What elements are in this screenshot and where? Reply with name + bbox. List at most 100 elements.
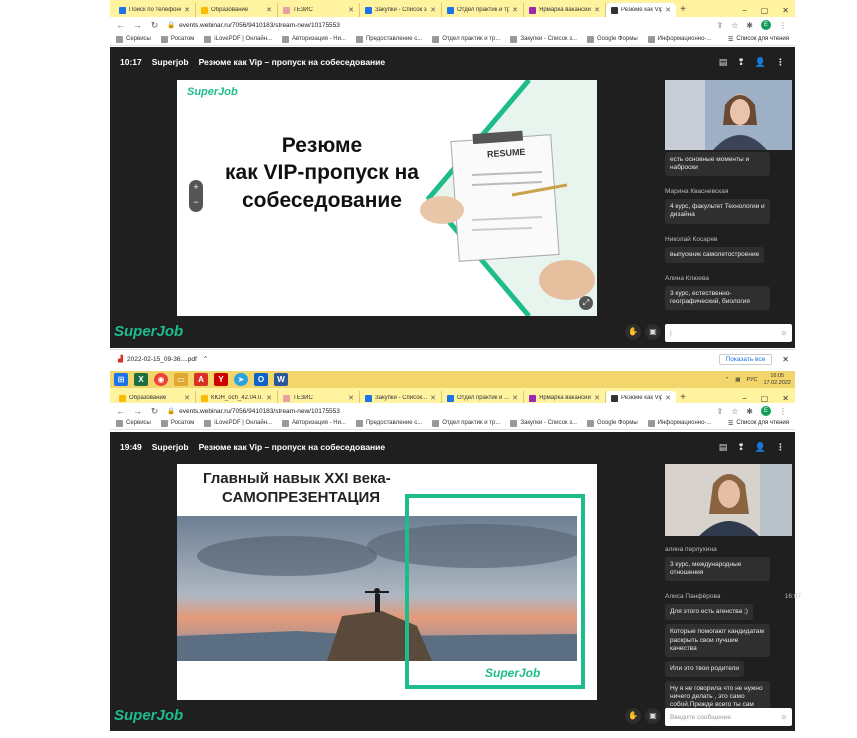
bookmark-item[interactable]: Авторизация - Ни... bbox=[282, 419, 346, 427]
profile-avatar[interactable]: E bbox=[761, 406, 771, 416]
forward-icon[interactable]: → bbox=[133, 406, 142, 416]
emoji-icon[interactable]: ☺ bbox=[780, 714, 787, 721]
tab-close-icon[interactable]: ✕ bbox=[184, 6, 190, 14]
acrobat-icon[interactable]: A bbox=[194, 373, 208, 386]
tab-close-icon[interactable]: ✕ bbox=[594, 394, 600, 402]
reading-list[interactable]: ☰ Список для чтения bbox=[728, 420, 795, 427]
questions-icon[interactable]: ❢ bbox=[737, 57, 745, 68]
word-icon[interactable]: W bbox=[274, 373, 288, 386]
chevron-up-icon[interactable]: ⌃ bbox=[203, 355, 208, 363]
bookmark-item[interactable]: Закупки - Список з... bbox=[510, 419, 577, 427]
tab-close-icon[interactable]: ✕ bbox=[665, 394, 671, 402]
language-indicator[interactable]: РУС bbox=[746, 377, 757, 383]
extensions-icon[interactable]: ✱ bbox=[746, 21, 753, 30]
zoom-in-icon[interactable]: + bbox=[189, 180, 203, 195]
address-bar[interactable]: 🔒 events.webinar.ru/7056/9410183/stream-… bbox=[167, 21, 708, 30]
menu-icon[interactable]: ⋮ bbox=[779, 407, 787, 416]
star-icon[interactable]: ☆ bbox=[731, 407, 738, 416]
fullscreen-icon[interactable]: ⤢ bbox=[579, 296, 593, 310]
tray-arrow-icon[interactable]: ⌃ bbox=[725, 377, 730, 383]
bookmark-item[interactable]: Сервисы bbox=[116, 35, 151, 43]
tab-close-icon[interactable]: ✕ bbox=[184, 394, 190, 402]
chat-input-top[interactable]: | ☺ bbox=[665, 324, 792, 342]
more-icon[interactable]: ⋮ bbox=[776, 57, 785, 68]
close-window-icon[interactable]: ✕ bbox=[782, 394, 789, 403]
reload-icon[interactable]: ↻ bbox=[150, 406, 159, 417]
bookmark-item[interactable]: Авторизация - Ни... bbox=[282, 35, 346, 43]
reload-icon[interactable]: ↻ bbox=[150, 20, 159, 31]
star-icon[interactable]: ☆ bbox=[731, 21, 738, 30]
chat-icon[interactable]: ▤ bbox=[719, 57, 728, 68]
bookmark-item[interactable]: Росатом bbox=[160, 419, 194, 427]
telegram-icon[interactable]: ➤ bbox=[234, 373, 248, 386]
chrome-icon[interactable]: ◉ bbox=[154, 373, 168, 386]
browser-tab[interactable]: ТЕЗИС ✕ bbox=[278, 3, 360, 17]
zoom-control[interactable]: + − bbox=[189, 180, 203, 212]
tab-close-icon[interactable]: ✕ bbox=[512, 6, 518, 14]
close-icon[interactable]: ✕ bbox=[782, 355, 789, 364]
tab-close-icon[interactable]: ✕ bbox=[430, 394, 436, 402]
more-icon[interactable]: ⋮ bbox=[776, 442, 785, 453]
bookmark-item[interactable]: Информационно-... bbox=[647, 419, 711, 427]
close-window-icon[interactable]: ✕ bbox=[782, 6, 789, 15]
menu-icon[interactable]: ⋮ bbox=[779, 21, 787, 30]
bookmark-item[interactable]: Закупки - Список з... bbox=[510, 35, 577, 43]
tab-close-icon[interactable]: ✕ bbox=[430, 6, 436, 14]
bookmark-item[interactable]: Сервисы bbox=[116, 419, 151, 427]
share-icon[interactable]: ⇪ bbox=[716, 21, 723, 30]
browser-tab[interactable]: Образование ✕ bbox=[196, 3, 278, 17]
folder-icon[interactable]: ▭ bbox=[174, 373, 188, 386]
back-icon[interactable]: ← bbox=[116, 406, 125, 416]
reading-list[interactable]: ☰ Список для чтения bbox=[728, 36, 795, 43]
new-tab-button[interactable]: + bbox=[676, 3, 690, 17]
questions-icon[interactable]: ❢ bbox=[737, 442, 745, 453]
tab-close-icon[interactable]: ✕ bbox=[266, 394, 272, 402]
browser-tab[interactable]: Отдел практик и труд...✕ bbox=[442, 3, 524, 17]
bookmark-item[interactable]: Росатом bbox=[160, 35, 194, 43]
bookmark-item[interactable]: Google Формы bbox=[586, 35, 638, 43]
windows-start-icon[interactable]: ⊞ bbox=[114, 373, 128, 386]
layout-icon[interactable]: ▣ bbox=[645, 324, 661, 340]
bookmark-item[interactable]: Предоставление с... bbox=[355, 35, 422, 43]
tab-close-icon[interactable]: ✕ bbox=[665, 6, 671, 14]
forward-icon[interactable]: → bbox=[133, 20, 142, 30]
browser-tab[interactable]: Ярмарка вакансий Н...✕ bbox=[524, 3, 606, 17]
participants-icon[interactable]: 👤 bbox=[755, 57, 766, 68]
network-icon[interactable]: ▦ bbox=[735, 377, 740, 383]
bookmark-item[interactable]: Информационно-... bbox=[647, 35, 711, 43]
bookmark-item[interactable]: Отдел практик и тр... bbox=[432, 419, 500, 427]
raise-hand-icon[interactable]: ✋ bbox=[625, 324, 641, 340]
clock[interactable]: 16:05 17.02.2022 bbox=[763, 373, 791, 385]
minimize-icon[interactable]: − bbox=[742, 394, 747, 403]
address-bar[interactable]: 🔒 events.webinar.ru/7056/9410183/stream-… bbox=[167, 407, 708, 416]
yandex-icon[interactable]: Y bbox=[214, 373, 228, 386]
chat-icon[interactable]: ▤ bbox=[719, 442, 728, 453]
maximize-icon[interactable]: ▢ bbox=[761, 394, 769, 403]
minimize-icon[interactable]: − bbox=[742, 6, 747, 15]
bookmark-item[interactable]: iLovePDF | Онлайн... bbox=[204, 35, 272, 43]
share-icon[interactable]: ⇪ bbox=[716, 407, 723, 416]
layout-icon[interactable]: ▣ bbox=[645, 708, 661, 724]
show-all-button[interactable]: Показать все bbox=[718, 353, 773, 365]
tab-close-icon[interactable]: ✕ bbox=[348, 394, 354, 402]
profile-avatar[interactable]: E bbox=[761, 20, 771, 30]
bookmark-item[interactable]: Предоставление с... bbox=[355, 419, 422, 427]
browser-tab[interactable]: Поиск по телефоно...✕ bbox=[114, 3, 196, 17]
outlook-icon[interactable]: O bbox=[254, 373, 268, 386]
chat-input-bottom[interactable]: Введите сообщение ☺ bbox=[665, 708, 792, 726]
tab-close-icon[interactable]: ✕ bbox=[512, 394, 518, 402]
zoom-out-icon[interactable]: − bbox=[189, 195, 203, 210]
bookmark-item[interactable]: iLovePDF | Онлайн... bbox=[204, 419, 272, 427]
browser-tab[interactable]: Закупки - Список зак...✕ bbox=[360, 3, 442, 17]
back-icon[interactable]: ← bbox=[116, 20, 125, 30]
bookmark-item[interactable]: Google Формы bbox=[586, 419, 638, 427]
tab-close-icon[interactable]: ✕ bbox=[266, 6, 272, 14]
download-file[interactable]: 2022-02-15_09-36....pdf bbox=[127, 356, 197, 363]
participants-icon[interactable]: 👤 bbox=[755, 442, 766, 453]
excel-icon[interactable]: X bbox=[134, 373, 148, 386]
emoji-icon[interactable]: ☺ bbox=[780, 330, 787, 337]
browser-tab[interactable]: Резюме как Vip - ...✕ bbox=[606, 3, 676, 17]
bookmark-item[interactable]: Отдел практик и тр... bbox=[432, 35, 500, 43]
maximize-icon[interactable]: ▢ bbox=[761, 6, 769, 15]
tab-close-icon[interactable]: ✕ bbox=[594, 6, 600, 14]
